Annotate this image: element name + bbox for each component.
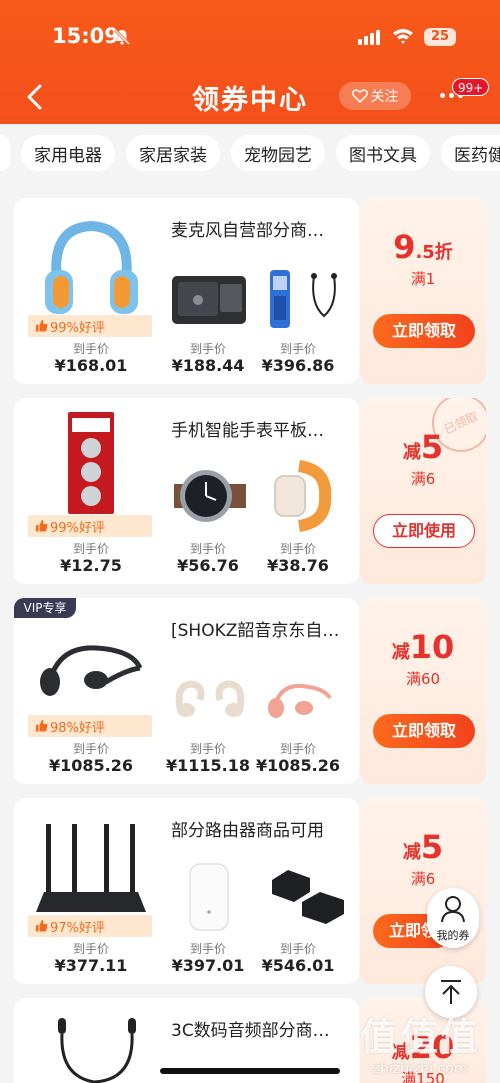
rating-badge: 99%好评 <box>28 315 152 337</box>
coupon-condition: 满1 <box>410 270 436 288</box>
wifi-icon <box>393 29 413 44</box>
price-label: 到手价 <box>189 942 226 956</box>
smartwatch-product-image[interactable] <box>174 460 246 532</box>
coupon-value: 减5 <box>402 428 444 466</box>
rating-badge: 98%好评 <box>28 715 152 737</box>
follow-button[interactable]: 关注 <box>339 82 411 110</box>
tab-category[interactable]: 图书文具 <box>336 135 430 171</box>
tab-category[interactable]: 家用电器 <box>21 135 115 171</box>
card-title: 部分路由器商品可用 <box>171 821 324 841</box>
card-title: 3C数码音频部分商… <box>171 1021 330 1041</box>
coupon-value: 减10 <box>391 628 455 666</box>
my-coupons-button[interactable]: 我的券 <box>427 888 479 948</box>
category-tabs: 家用电器 家居家装 宠物园艺 图书文具 医药健 <box>0 124 500 182</box>
thumbs-up-icon <box>36 520 48 532</box>
coupon-condition: 满6 <box>410 870 436 888</box>
thumbs-up-icon <box>36 320 48 332</box>
coupon-card-products[interactable]: [SHOKZ韶音京东自… 98%好评 到手价 ¥1085.26 到手价 ¥111… <box>14 598 359 784</box>
price-label: 到手价 <box>72 542 109 556</box>
rating-text: 99%好评 <box>50 520 105 536</box>
price-label: 到手价 <box>279 542 316 556</box>
product-price: ¥12.75 <box>60 556 122 575</box>
rating-badge: 99%好评 <box>28 515 152 537</box>
pink-headphones-product-image[interactable] <box>266 680 336 720</box>
status-time: 15:09 <box>52 24 119 48</box>
open-earbuds-product-image[interactable] <box>174 678 246 720</box>
vip-tag: VIP专享 <box>14 598 76 618</box>
wireless-receiver-product-image[interactable] <box>266 264 346 332</box>
product-price: ¥377.11 <box>54 956 128 975</box>
audio-recorder-product-image[interactable] <box>170 270 250 328</box>
battery-pack-product-image[interactable] <box>66 410 116 516</box>
watermark: 值值值 zhizhizhi.com <box>340 1006 500 1083</box>
coupon-panel: 减10 满60 立即领取 <box>360 598 486 784</box>
my-coupons-label: 我的券 <box>436 929 470 942</box>
watermark-logo: 值值值 <box>359 1015 480 1059</box>
product-price: ¥546.01 <box>261 956 335 975</box>
coupon-value: 减5 <box>402 828 444 866</box>
card-title: 麦克风自营部分商… <box>171 221 324 241</box>
price-label: 到手价 <box>279 742 316 756</box>
coupon-card-products[interactable]: 部分路由器商品可用 97%好评 到手价 ¥377.11 到手价 ¥397.01 … <box>14 798 359 984</box>
coupon-condition: 满6 <box>410 470 436 488</box>
tab-category[interactable]: 宠物园艺 <box>231 135 325 171</box>
rating-text: 99%好评 <box>50 320 105 336</box>
product-price: ¥168.01 <box>54 356 128 375</box>
use-coupon-button[interactable]: 立即使用 <box>373 514 475 548</box>
price-label: 到手价 <box>279 942 316 956</box>
price-label: 到手价 <box>189 342 226 356</box>
coupon-panel: 已领取 减5 满6 立即使用 <box>360 398 486 584</box>
product-price: ¥1085.26 <box>48 756 133 775</box>
product-price: ¥1085.26 <box>255 756 340 775</box>
claim-coupon-button[interactable]: 立即领取 <box>373 714 475 748</box>
product-price: ¥396.86 <box>261 356 335 375</box>
thumbs-up-icon <box>36 720 48 732</box>
watermark-url: zhizhizhi.com <box>372 1061 468 1077</box>
page-title: 领券中心 <box>192 85 308 116</box>
heart-icon <box>351 89 368 103</box>
coupon-panel: 9.5折 满1 立即领取 <box>360 198 486 384</box>
price-label: 到手价 <box>72 342 109 356</box>
tab-partial[interactable] <box>0 135 10 171</box>
price-label: 到手价 <box>279 342 316 356</box>
cell-signal-icon <box>358 30 380 45</box>
home-indicator <box>160 1068 340 1074</box>
watch-strap-product-image[interactable] <box>269 460 339 532</box>
coupon-card-products[interactable]: 手机智能手表平板… 99%好评 到手价 ¥12.75 到手价 ¥56.76 到手… <box>14 398 359 584</box>
product-price: ¥38.76 <box>267 556 329 575</box>
thumbs-up-icon <box>36 920 48 932</box>
tab-category[interactable]: 医药健 <box>441 135 500 171</box>
status-bar: 15:09 25 <box>0 0 500 72</box>
router-product-image[interactable] <box>32 820 150 918</box>
rating-badge: 97%好评 <box>28 915 152 937</box>
mesh-router-product-image[interactable] <box>186 862 232 934</box>
price-label: 到手价 <box>189 742 226 756</box>
rating-text: 98%好评 <box>50 720 105 736</box>
tab-category[interactable]: 家居家装 <box>126 135 220 171</box>
price-label: 到手价 <box>189 542 226 556</box>
coupon-value: 9.5折 <box>393 228 453 266</box>
price-label: 到手价 <box>72 742 109 756</box>
mute-bell-icon <box>113 29 131 45</box>
claim-coupon-button[interactable]: 立即领取 <box>373 314 475 348</box>
coupon-condition: 满60 <box>405 670 441 688</box>
rating-text: 97%好评 <box>50 920 105 936</box>
card-title: [SHOKZ韶音京东自… <box>171 621 340 641</box>
neckband-earphones-product-image[interactable] <box>44 1016 154 1083</box>
card-title: 手机智能手表平板… <box>171 421 324 441</box>
follow-label: 关注 <box>370 89 399 105</box>
bone-conduction-headphones-product-image[interactable] <box>36 640 148 702</box>
price-label: 到手价 <box>72 942 109 956</box>
coupon-card-products[interactable]: 麦克风自营部分商… 99%好评 到手价 ¥168.01 到手价 ¥188.44 … <box>14 198 359 384</box>
header-bar: 15:09 25 领券中心 关注 99+ <box>0 0 500 124</box>
battery-indicator: 25 <box>424 28 456 46</box>
user-icon <box>441 896 465 923</box>
router-set-product-image[interactable] <box>266 868 350 928</box>
notification-badge: 99+ <box>452 78 490 96</box>
headphones-product-image[interactable] <box>39 218 144 318</box>
